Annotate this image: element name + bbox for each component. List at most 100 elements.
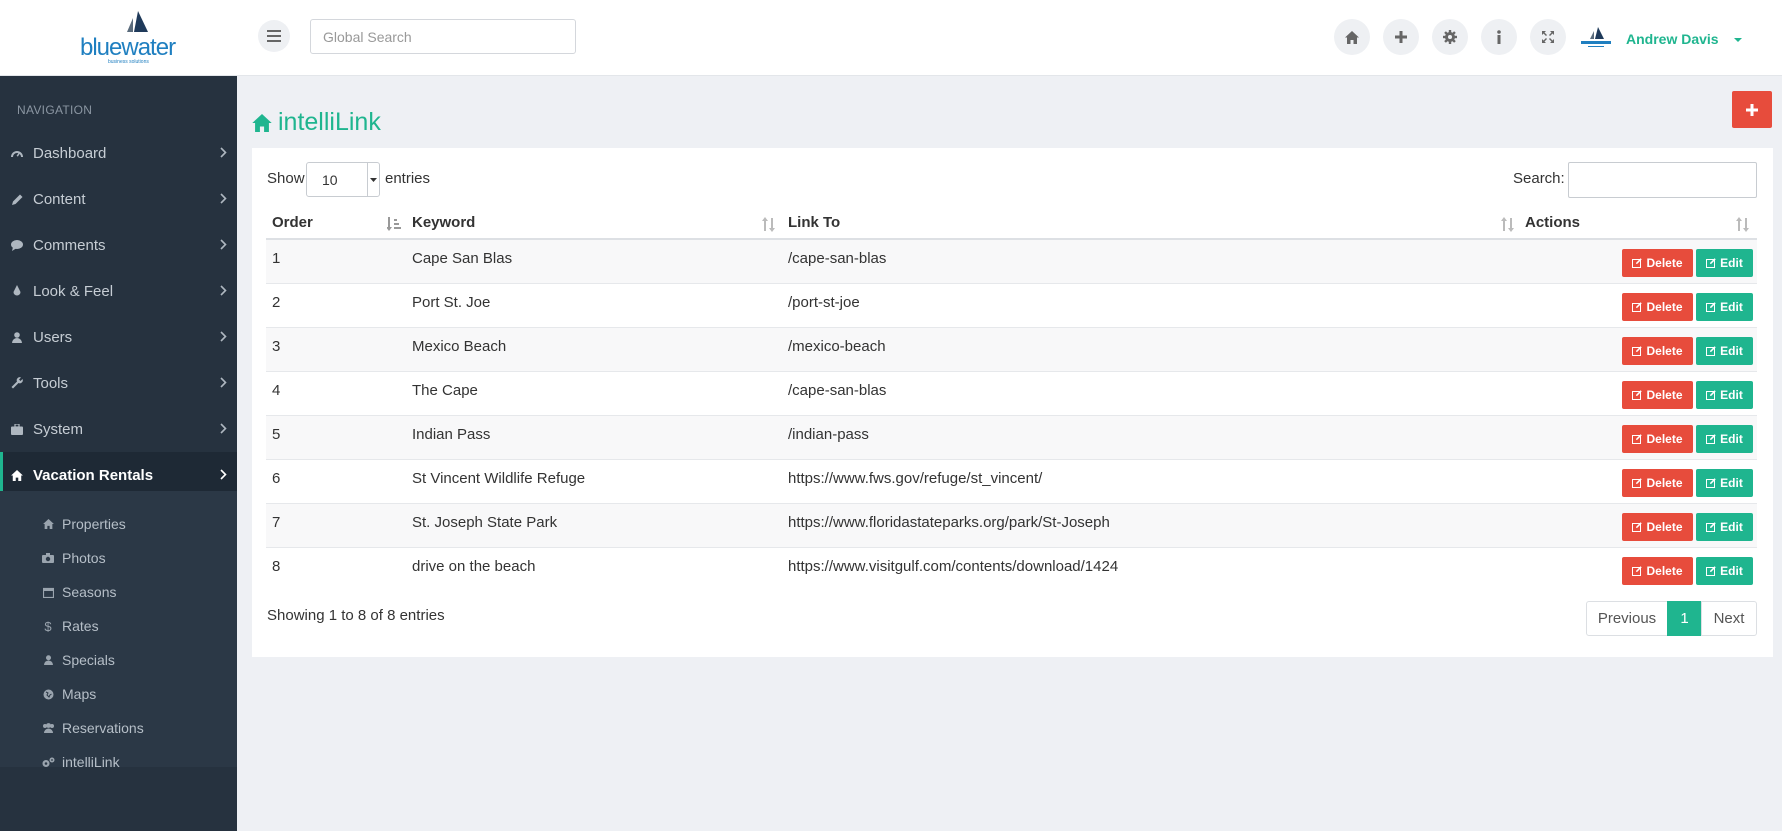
- caret-down-icon: [370, 177, 377, 182]
- edit-button[interactable]: Edit: [1696, 425, 1753, 453]
- edit-icon: [1632, 302, 1643, 312]
- edit-button[interactable]: Edit: [1696, 381, 1753, 409]
- menu-toggle-button[interactable]: [258, 20, 290, 52]
- sort-icon[interactable]: [1736, 217, 1750, 232]
- sidebar-subitem-label: Reservations: [62, 720, 144, 736]
- chevron-right-icon: [220, 285, 227, 296]
- edit-button[interactable]: Edit: [1696, 557, 1753, 585]
- edit-button[interactable]: Edit: [1696, 249, 1753, 277]
- delete-button[interactable]: Delete: [1622, 381, 1693, 409]
- delete-label: Delete: [1646, 432, 1683, 446]
- sort-ascending-icon[interactable]: [387, 217, 403, 232]
- table-search-input[interactable]: [1568, 162, 1757, 198]
- home-icon: [252, 113, 272, 132]
- dollar-icon: $: [44, 618, 52, 634]
- delete-button[interactable]: Delete: [1622, 249, 1693, 277]
- global-search-input[interactable]: [310, 19, 576, 54]
- table-row: 1 Cape San Blas /cape-san-blas Delete Ed…: [266, 240, 1757, 284]
- home-button[interactable]: [1334, 19, 1370, 55]
- chevron-right-icon: [220, 377, 227, 388]
- sidebar: NAVIGATION Dashboard Content Comments Lo…: [0, 76, 237, 831]
- caret-down-icon[interactable]: [1734, 38, 1742, 42]
- fullscreen-button[interactable]: [1530, 19, 1566, 55]
- sidebar-item-comments[interactable]: Comments: [0, 222, 237, 268]
- sidebar-item-tools[interactable]: Tools: [0, 360, 237, 406]
- sail-icon: [127, 11, 148, 32]
- column-header-keyword[interactable]: Keyword: [412, 214, 475, 238]
- edit-icon: [1706, 390, 1716, 400]
- user-avatar[interactable]: [1578, 26, 1614, 50]
- cell-keyword: drive on the beach: [412, 558, 536, 575]
- delete-button[interactable]: Delete: [1622, 425, 1693, 453]
- next-page-button[interactable]: Next: [1701, 601, 1757, 636]
- sidebar-subitem-rates[interactable]: $ Rates: [0, 609, 237, 643]
- cell-order: 3: [272, 338, 281, 355]
- sidebar-item-look-and-feel[interactable]: Look & Feel: [0, 268, 237, 314]
- cell-keyword: Mexico Beach: [412, 338, 507, 355]
- sort-icon[interactable]: [762, 217, 776, 232]
- sidebar-item-label: Vacation Rentals: [33, 466, 154, 484]
- delete-button[interactable]: Delete: [1622, 557, 1693, 585]
- edit-button[interactable]: Edit: [1696, 337, 1753, 365]
- calendar-icon: [41, 587, 55, 598]
- edit-icon: [1706, 258, 1716, 268]
- delete-button[interactable]: Delete: [1622, 293, 1693, 321]
- sidebar-item-users[interactable]: Users: [0, 314, 237, 360]
- info-button[interactable]: [1481, 19, 1517, 55]
- sidebar-subitem-label: Rates: [62, 618, 99, 634]
- settings-button[interactable]: [1432, 19, 1468, 55]
- sidebar-subitem-intellilink[interactable]: intelliLink: [0, 745, 237, 779]
- cell-link: /indian-pass: [788, 426, 869, 443]
- edit-button[interactable]: Edit: [1696, 293, 1753, 321]
- table-search-label: Search:: [1513, 170, 1565, 187]
- cell-keyword: The Cape: [412, 382, 478, 399]
- pencil-icon: [10, 194, 24, 205]
- delete-label: Delete: [1646, 300, 1683, 314]
- column-header-link-to[interactable]: Link To: [788, 214, 840, 238]
- delete-button[interactable]: Delete: [1622, 337, 1693, 365]
- edit-icon: [1706, 302, 1716, 312]
- column-header-order[interactable]: Order: [272, 214, 313, 238]
- chevron-right-icon: [220, 469, 227, 480]
- previous-page-button[interactable]: Previous: [1586, 601, 1668, 636]
- sidebar-subitem-properties[interactable]: Properties: [0, 507, 237, 541]
- entries-length-select[interactable]: 10: [306, 162, 380, 197]
- edit-button[interactable]: Edit: [1696, 513, 1753, 541]
- sidebar-subitem-specials[interactable]: Specials: [0, 643, 237, 677]
- delete-label: Delete: [1646, 476, 1683, 490]
- table-row: 2 Port St. Joe /port-st-joe Delete Edit: [266, 284, 1757, 328]
- column-header-actions[interactable]: Actions: [1525, 214, 1580, 238]
- cell-order: 8: [272, 558, 281, 575]
- sidebar-item-label: Content: [33, 190, 86, 208]
- sidebar-item-system[interactable]: System: [0, 406, 237, 452]
- briefcase-icon: [10, 423, 24, 435]
- add-link-button[interactable]: [1732, 91, 1772, 128]
- menu-icon: [267, 30, 281, 42]
- table-row: 4 The Cape /cape-san-blas Delete Edit: [266, 372, 1757, 416]
- bluewater-logo[interactable]: bluewater business solutions: [78, 10, 176, 66]
- table-row: 8 drive on the beach https://www.visitgu…: [266, 548, 1757, 592]
- home-icon: [41, 519, 55, 529]
- sidebar-subitem-label: intelliLink: [62, 754, 120, 770]
- edit-icon: [1706, 522, 1716, 532]
- home-icon: [1345, 30, 1359, 44]
- add-new-button[interactable]: [1383, 19, 1419, 55]
- sidebar-item-content[interactable]: Content: [0, 176, 237, 222]
- user-menu[interactable]: Andrew Davis: [1626, 31, 1719, 47]
- delete-button[interactable]: Delete: [1622, 469, 1693, 497]
- delete-button[interactable]: Delete: [1622, 513, 1693, 541]
- sidebar-subitem-seasons[interactable]: Seasons: [0, 575, 237, 609]
- chevron-right-icon: [220, 423, 227, 434]
- sort-icon[interactable]: [1501, 217, 1515, 232]
- edit-icon: [1632, 478, 1643, 488]
- page-1-button[interactable]: 1: [1667, 601, 1702, 636]
- edit-button[interactable]: Edit: [1696, 469, 1753, 497]
- sidebar-subitem-reservations[interactable]: Reservations: [0, 711, 237, 745]
- edit-label: Edit: [1720, 344, 1743, 358]
- edit-icon: [1632, 258, 1643, 268]
- plus-icon: [1746, 103, 1758, 116]
- sidebar-subitem-photos[interactable]: Photos: [0, 541, 237, 575]
- sidebar-item-dashboard[interactable]: Dashboard: [0, 130, 237, 176]
- sidebar-subitem-maps[interactable]: Maps: [0, 677, 237, 711]
- delete-label: Delete: [1646, 564, 1683, 578]
